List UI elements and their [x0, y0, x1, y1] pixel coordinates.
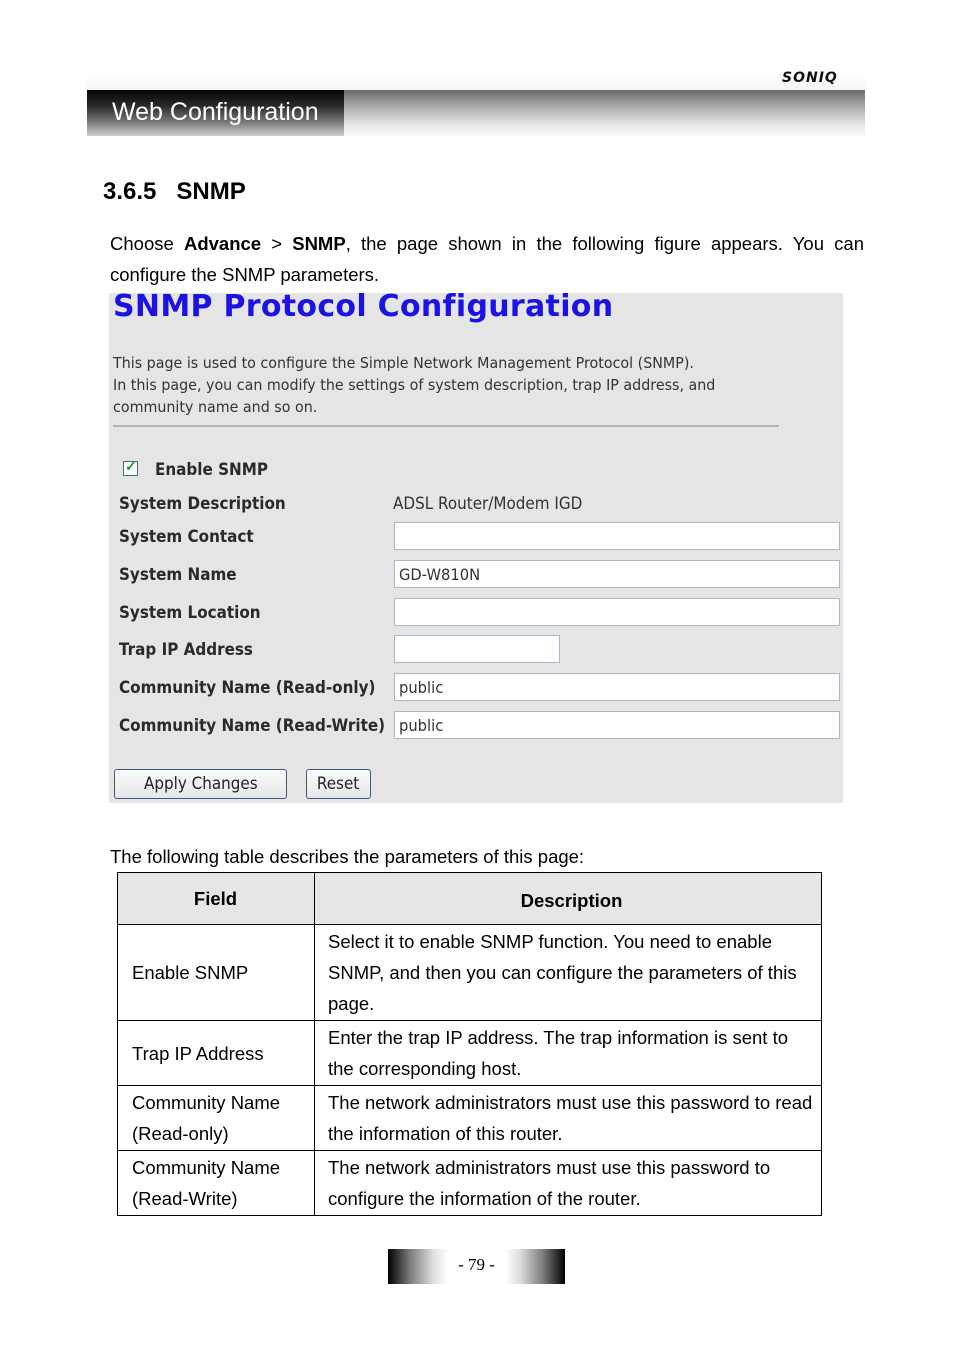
- menu-separator: >: [261, 233, 293, 254]
- enable-snmp-label: Enable SNMP: [155, 460, 268, 479]
- system-location-input[interactable]: [394, 598, 840, 626]
- page-title: SNMP Protocol Configuration: [113, 289, 614, 324]
- enable-snmp-checkbox[interactable]: ✓: [123, 458, 138, 476]
- community-ro-label: Community Name (Read-only): [119, 678, 376, 697]
- table-header-row: Field Description: [117, 872, 822, 925]
- section-heading: 3.6.5 SNMP: [103, 178, 246, 206]
- system-location-label: System Location: [119, 603, 261, 622]
- page-number: - 79 -: [458, 1255, 495, 1274]
- system-contact-label: System Contact: [119, 527, 254, 546]
- reset-button[interactable]: Reset: [306, 769, 371, 799]
- description-line: This page is used to configure the Simpl…: [113, 354, 694, 372]
- table-row: Community Name (Read-only) The network a…: [117, 1085, 822, 1151]
- system-name-input[interactable]: GD-W810N: [394, 560, 840, 588]
- community-ro-input[interactable]: public: [394, 673, 840, 701]
- intro-text: Choose: [110, 233, 184, 254]
- description-cell: Select it to enable SNMP function. You n…: [314, 924, 822, 1021]
- button-label: Reset: [317, 774, 360, 793]
- input-value: public: [399, 716, 444, 735]
- system-name-label: System Name: [119, 565, 237, 584]
- footer-gradient-left: [388, 1249, 448, 1284]
- divider: [113, 425, 779, 427]
- snmp-config-screenshot: SNMP Protocol Configuration This page is…: [109, 289, 843, 803]
- header-description: Description: [314, 872, 822, 925]
- field-cell: Enable SNMP: [117, 924, 315, 1021]
- description-cell: Enter the trap IP address. The trap info…: [314, 1020, 822, 1086]
- community-rw-label: Community Name (Read-Write): [119, 716, 386, 735]
- description-cell: The network administrators must use this…: [314, 1085, 822, 1151]
- section-title: SNMP: [176, 178, 246, 205]
- field-cell: Community Name (Read-only): [117, 1085, 315, 1151]
- description-cell: The network administrators must use this…: [314, 1150, 822, 1216]
- menu-path-advance: Advance: [183, 233, 262, 254]
- field-cell: Community Name (Read-Write): [117, 1150, 315, 1216]
- header-field: Field: [117, 872, 315, 925]
- chapter-title: Web Configuration: [112, 98, 319, 126]
- field-cell: Trap IP Address: [117, 1020, 315, 1086]
- system-description-label: System Description: [119, 494, 286, 513]
- menu-path-snmp: SNMP: [292, 233, 346, 254]
- section-intro: Choose Advance > SNMP, the page shown in…: [110, 228, 864, 290]
- table-row: Trap IP Address Enter the trap IP addres…: [117, 1020, 822, 1086]
- input-value: public: [399, 678, 444, 697]
- section-number: 3.6.5: [103, 178, 157, 205]
- parameter-table: Field Description Enable SNMP Select it …: [117, 872, 822, 1216]
- button-label: Apply Changes: [143, 774, 258, 793]
- trap-ip-label: Trap IP Address: [119, 640, 253, 659]
- description-line: In this page, you can modify the setting…: [113, 376, 716, 394]
- apply-changes-button[interactable]: Apply Changes: [114, 769, 287, 799]
- table-row: Enable SNMP Select it to enable SNMP fun…: [117, 924, 822, 1021]
- table-intro: The following table describes the parame…: [110, 846, 585, 867]
- header-strip: [87, 72, 865, 92]
- system-contact-input[interactable]: [394, 522, 840, 550]
- footer-gradient-right: [505, 1249, 565, 1284]
- checkmark-icon: ✓: [125, 458, 137, 474]
- input-value: GD-W810N: [399, 565, 481, 584]
- community-rw-input[interactable]: public: [394, 711, 840, 739]
- system-description-value: ADSL Router/Modem IGD: [393, 494, 583, 513]
- description-line: community name and so on.: [113, 398, 318, 416]
- trap-ip-input[interactable]: [394, 635, 560, 663]
- table-row: Community Name (Read-Write) The network …: [117, 1150, 822, 1216]
- brand-logo: SONIQ: [782, 70, 838, 86]
- page-description: This page is used to configure the Simpl…: [113, 352, 748, 418]
